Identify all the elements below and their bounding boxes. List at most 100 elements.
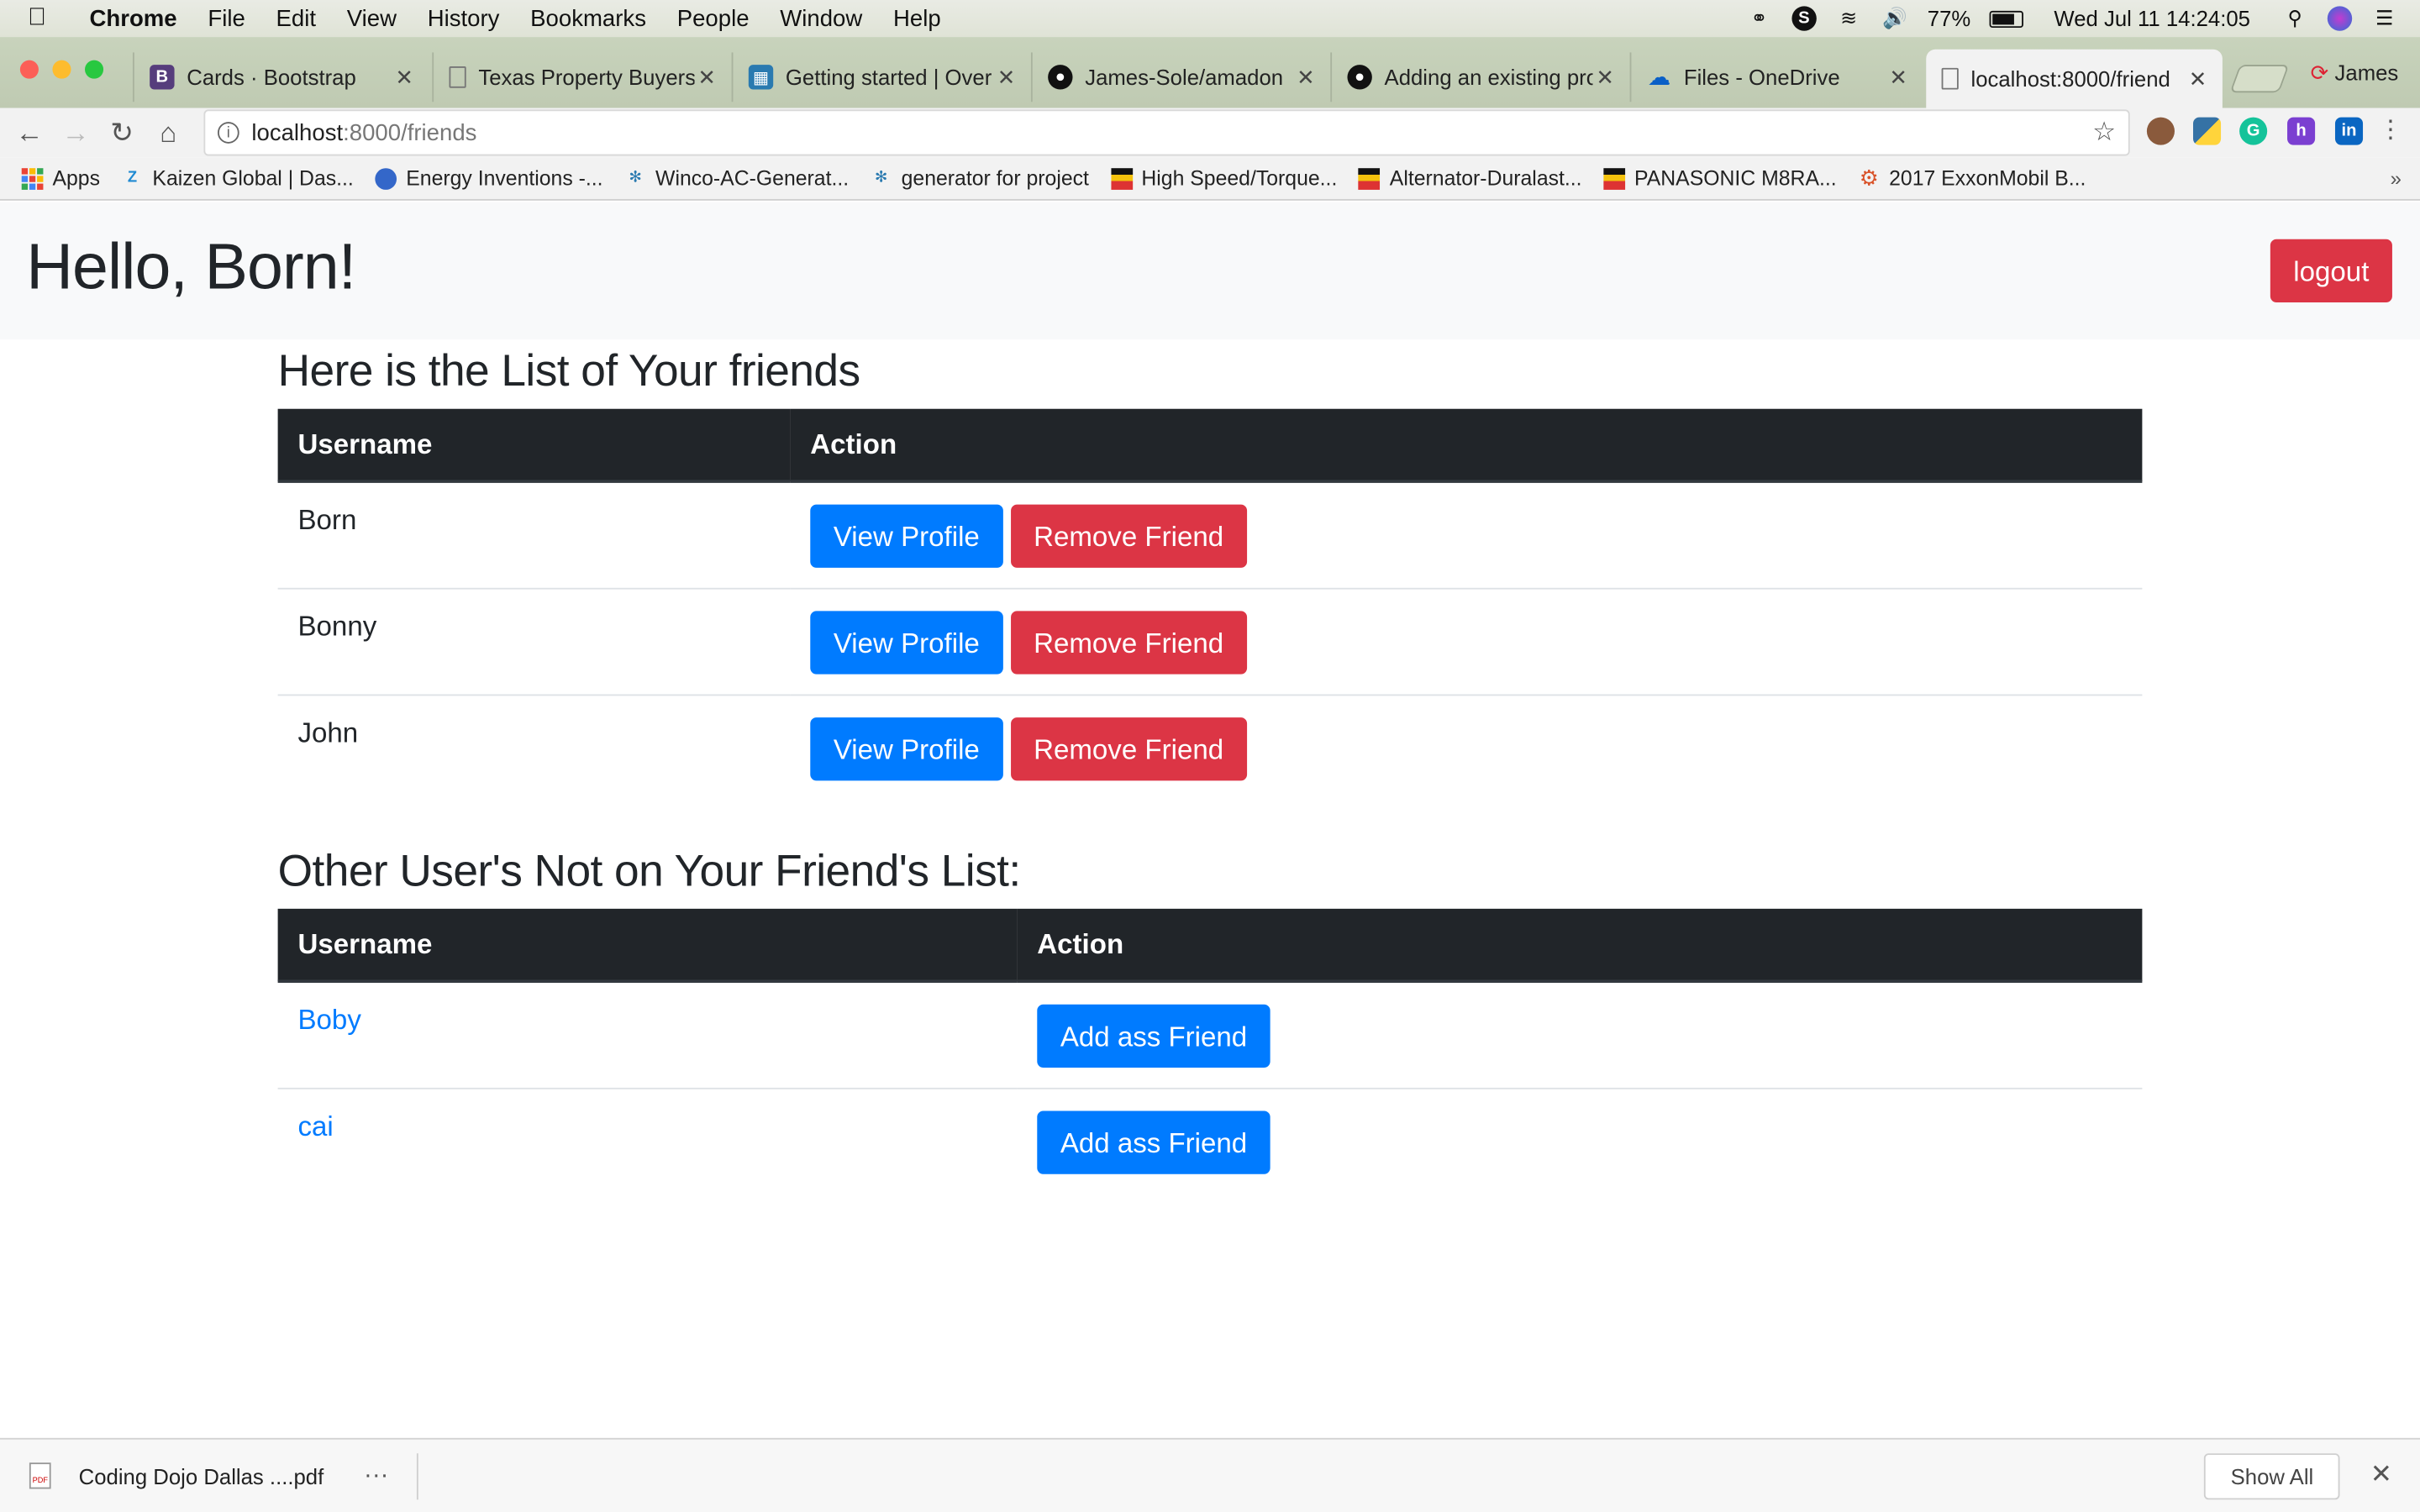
zoom-window-button[interactable] bbox=[85, 60, 104, 79]
apps-grid-icon bbox=[21, 167, 44, 190]
bookmark-label: 2017 ExxonMobil B... bbox=[1889, 166, 2086, 190]
honey-extension-icon[interactable]: h bbox=[2287, 117, 2316, 145]
store-icon bbox=[1603, 167, 1625, 190]
menu-people[interactable]: People bbox=[677, 5, 750, 31]
tab-getting-started[interactable]: ▦ Getting started | Over ✕ bbox=[731, 52, 1031, 102]
bookmark-high-speed[interactable]: High Speed/Torque... bbox=[1110, 166, 1338, 190]
user-link-cai[interactable]: cai bbox=[297, 1110, 333, 1142]
linkedin-extension-icon[interactable]: in bbox=[2334, 117, 2364, 145]
bookmark-panasonic[interactable]: PANASONIC M8RA... bbox=[1603, 166, 1837, 190]
new-tab-button[interactable] bbox=[2229, 65, 2290, 93]
python-extension-icon[interactable] bbox=[2193, 117, 2222, 145]
profile-name: James bbox=[2334, 60, 2399, 86]
bookmark-label: High Speed/Torque... bbox=[1141, 166, 1338, 190]
remove-friend-button[interactable]: Remove Friend bbox=[1010, 610, 1247, 674]
menu-edit[interactable]: Edit bbox=[276, 5, 316, 31]
bookmark-label: Alternator-Duralast... bbox=[1389, 166, 1582, 190]
close-tab-icon[interactable]: ✕ bbox=[994, 64, 1018, 90]
close-window-button[interactable] bbox=[19, 60, 39, 79]
battery-percent: 77% bbox=[1927, 6, 1971, 31]
bookmark-energy-inventions[interactable]: Energy Inventions -... bbox=[375, 166, 603, 190]
view-profile-button[interactable]: View Profile bbox=[810, 504, 1003, 568]
tab-github-adding[interactable]: ● Adding an existing pro ✕ bbox=[1330, 52, 1629, 102]
table-row: Born View Profile Remove Friend bbox=[278, 481, 2143, 588]
chrome-menu-icon[interactable]: ⋮ bbox=[2368, 114, 2414, 145]
close-tab-icon[interactable]: ✕ bbox=[1293, 64, 1318, 90]
friend-username: John bbox=[277, 693, 791, 801]
bookmark-star-icon[interactable]: ☆ bbox=[2092, 118, 2116, 149]
tab-title: Adding an existing pro bbox=[1384, 65, 1593, 90]
view-profile-button[interactable]: View Profile bbox=[810, 717, 1003, 780]
view-profile-button[interactable]: View Profile bbox=[810, 610, 1003, 674]
forward-icon[interactable]: → bbox=[52, 117, 98, 150]
spotlight-search-icon[interactable]: ⚲ bbox=[2281, 6, 2309, 30]
others-section-title: Other User's Not on Your Friend's List: bbox=[277, 847, 1022, 897]
bookmark-winco[interactable]: ✻ Winco-AC-Generat... bbox=[624, 166, 849, 190]
tab-localhost-friends[interactable]: localhost:8000/friend ✕ bbox=[1926, 49, 2223, 108]
add-friend-button[interactable]: Add ass Friend bbox=[1037, 1110, 1270, 1173]
close-tab-icon[interactable]: ✕ bbox=[1593, 64, 1618, 90]
friend-username: Born bbox=[297, 504, 357, 536]
siri-icon[interactable] bbox=[2327, 6, 2353, 31]
close-tab-icon[interactable]: ✕ bbox=[2186, 66, 2210, 92]
menu-history[interactable]: History bbox=[428, 5, 500, 31]
apple-icon[interactable]:  bbox=[28, 5, 68, 33]
logout-button[interactable]: logout bbox=[2270, 239, 2392, 303]
close-tab-icon[interactable]: ✕ bbox=[695, 64, 719, 90]
bookmark-label: Kaizen Global | Das... bbox=[152, 166, 354, 190]
menu-view[interactable]: View bbox=[347, 5, 397, 31]
minimize-window-button[interactable] bbox=[52, 60, 71, 79]
page-icon bbox=[1941, 67, 1959, 90]
tab-title: localhost:8000/friend bbox=[1970, 66, 2170, 92]
bookmark-label: PANASONIC M8RA... bbox=[1634, 166, 1837, 190]
friend-username: Bonny bbox=[277, 586, 791, 695]
back-icon[interactable]: ← bbox=[6, 117, 52, 150]
bookmark-apps[interactable]: Apps bbox=[21, 166, 100, 190]
grammarly-icon[interactable]: G bbox=[2239, 117, 2268, 145]
close-tab-icon[interactable]: ✕ bbox=[392, 64, 417, 90]
close-tab-icon[interactable]: ✕ bbox=[1886, 64, 1910, 90]
download-shelf: Coding Dojo Dallas ....pdf ··· Show All … bbox=[0, 1437, 2420, 1512]
skype-icon[interactable]: S bbox=[1791, 6, 1817, 31]
wifi-icon[interactable]: ≋ bbox=[1835, 6, 1863, 30]
reload-icon[interactable]: ↻ bbox=[99, 117, 145, 150]
browser-toolbar: ← → ↻ ⌂ i localhost:8000/friends ☆ G h i… bbox=[0, 108, 2420, 158]
bookmark-kaizen[interactable]: Z Kaizen Global | Das... bbox=[122, 166, 354, 190]
address-bar[interactable]: i localhost:8000/friends ☆ bbox=[203, 109, 2130, 156]
close-icon[interactable]: ✕ bbox=[2370, 1460, 2392, 1491]
bookmark-alternator[interactable]: Alternator-Duralast... bbox=[1359, 166, 1582, 190]
remove-friend-button[interactable]: Remove Friend bbox=[1010, 717, 1247, 780]
notification-center-icon[interactable]: ☰ bbox=[2370, 6, 2398, 30]
home-icon[interactable]: ⌂ bbox=[145, 117, 192, 150]
menu-app-chrome[interactable]: Chrome bbox=[90, 5, 177, 31]
profile-icon: ⟳ bbox=[2310, 60, 2329, 86]
menu-bookmarks[interactable]: Bookmarks bbox=[530, 5, 646, 31]
tab-cards-bootstrap[interactable]: B Cards · Bootstrap ✕ bbox=[132, 52, 429, 102]
store-icon bbox=[1110, 167, 1133, 190]
user-link-boby[interactable]: Boby bbox=[297, 1005, 360, 1036]
add-friend-button[interactable]: Add ass Friend bbox=[1037, 1004, 1270, 1068]
remove-friend-button[interactable]: Remove Friend bbox=[1010, 504, 1247, 568]
extension-avatar-icon[interactable] bbox=[2146, 117, 2175, 145]
tab-github-amadon[interactable]: ● James-Sole/amadon ✕ bbox=[1030, 52, 1330, 102]
profile-button[interactable]: ⟳ James bbox=[2311, 60, 2399, 87]
download-item[interactable]: Coding Dojo Dallas ....pdf bbox=[79, 1463, 324, 1488]
table-row: cai Add ass Friend bbox=[277, 1086, 2143, 1194]
menu-window[interactable]: Window bbox=[780, 5, 862, 31]
column-header-action: Action bbox=[1017, 908, 2143, 984]
site-info-icon[interactable]: i bbox=[217, 122, 239, 144]
menu-help[interactable]: Help bbox=[893, 5, 941, 31]
bookmarks-overflow-icon[interactable]: » bbox=[2391, 166, 2402, 190]
tab-onedrive[interactable]: ☁ Files - OneDrive ✕ bbox=[1629, 52, 1923, 102]
page-icon bbox=[449, 66, 466, 88]
menu-file[interactable]: File bbox=[208, 5, 245, 31]
creative-cloud-icon[interactable]: ⚭ bbox=[1745, 6, 1773, 30]
show-all-button[interactable]: Show All bbox=[2204, 1453, 2340, 1500]
clock[interactable]: Wed Jul 11 14:24:05 bbox=[2054, 6, 2250, 30]
volume-icon[interactable]: 🔊 bbox=[1881, 6, 1909, 30]
download-options-icon[interactable]: ··· bbox=[364, 1462, 388, 1489]
bookmark-generator-project[interactable]: ✻ generator for project bbox=[871, 166, 1089, 190]
bookmark-exxonmobil[interactable]: ⚙ 2017 ExxonMobil B... bbox=[1858, 165, 2086, 190]
tab-texas-property[interactable]: Texas Property Buyers ✕ bbox=[432, 52, 731, 102]
battery-icon[interactable] bbox=[1989, 9, 2023, 28]
